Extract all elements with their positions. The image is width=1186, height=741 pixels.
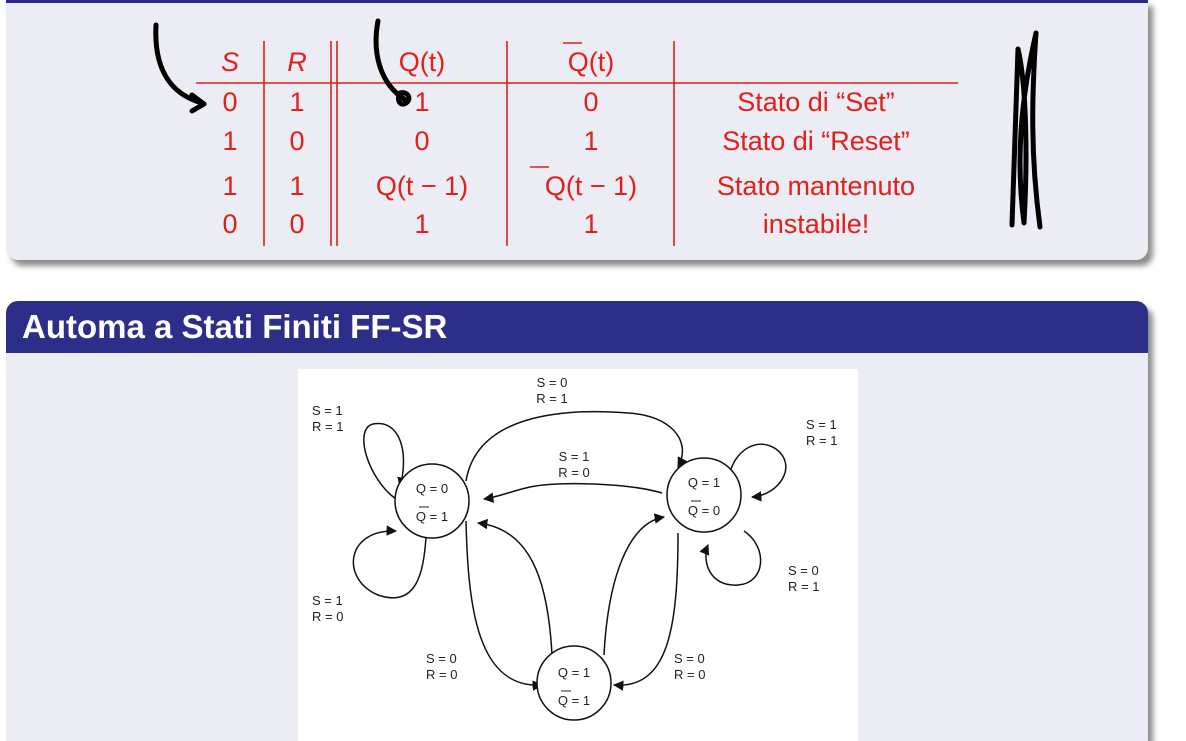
row1-r: 1 <box>289 87 304 117</box>
label-q0-self-bottom-r: R = 0 <box>312 609 343 624</box>
state-q11-line1: Q = 1 <box>558 665 590 680</box>
row4-s: 0 <box>222 209 237 239</box>
label-top-arc-r: R = 1 <box>536 391 567 406</box>
row4-r: 0 <box>289 209 304 239</box>
row3-s: 1 <box>222 171 237 201</box>
row4-q-bar: 1 <box>583 209 598 239</box>
state-q0-line1: Q = 0 <box>416 481 448 496</box>
header-q-bar: Q(t) <box>568 47 615 77</box>
state-q1-line2: Q = 0 <box>688 503 720 518</box>
label-q1-self-top-r: R = 1 <box>806 433 837 448</box>
label-q0-self-bottom-s: S = 1 <box>312 593 343 608</box>
label-q1-self-bottom-s: S = 0 <box>788 563 819 578</box>
edge-q11-to-q1 <box>603 513 666 656</box>
state-diagram: Q = 0 Q = 1 Q = 1 Q = 0 Q = 1 Q = 1 S = … <box>298 369 858 741</box>
label-q1-self-bottom-r: R = 1 <box>788 579 819 594</box>
automaton-block: Automa a Stati Finiti FF-SR Q = 0 Q = 1 … <box>6 301 1148 741</box>
header-s: S <box>221 47 239 77</box>
ink-arrow-s-column <box>153 22 207 114</box>
row3-r: 1 <box>289 171 304 201</box>
row2-r: 0 <box>289 126 304 156</box>
label-mid-arc-r: R = 0 <box>558 465 589 480</box>
state-q11-line2: Q = 1 <box>558 693 590 708</box>
label-left-bottom-s: S = 0 <box>426 651 457 666</box>
row1-s: 0 <box>222 87 237 117</box>
edge-q11-to-q0 <box>476 518 553 656</box>
edge-q0-to-q11 <box>465 520 544 691</box>
state-q0: Q = 0 Q = 1 <box>394 463 470 539</box>
header-r: R <box>287 47 307 77</box>
label-top-arc-s: S = 0 <box>537 375 568 390</box>
block-title: Automa a Stati Finiti FF-SR <box>6 301 1148 353</box>
row4-q: 1 <box>414 209 429 239</box>
state-q1: Q = 1 Q = 0 <box>666 457 742 533</box>
state-diagram-svg: Q = 0 Q = 1 Q = 1 Q = 0 Q = 1 Q = 1 S = … <box>312 375 837 721</box>
row1-state: Stato di “Set” <box>737 87 895 117</box>
state-q1-line1: Q = 1 <box>688 475 720 490</box>
row2-s: 1 <box>222 126 237 156</box>
row1-q: 1 <box>414 87 429 117</box>
label-mid-arc-s: S = 1 <box>559 449 590 464</box>
row2-q-bar: 1 <box>583 126 598 156</box>
edge-q1-self-bottom <box>699 530 762 586</box>
row3-q-bar: Q(t − 1) <box>545 171 637 201</box>
truth-table: S R Q(t) Q(t) 0 1 1 0 Stato di “Set” 1 0… <box>153 18 1043 246</box>
state-q0-line2: Q = 1 <box>416 509 448 524</box>
edge-q1-to-q0-mid <box>482 482 663 503</box>
row3-q: Q(t − 1) <box>376 171 468 201</box>
row3-state: Stato mantenuto <box>717 171 915 201</box>
ink-scribble-right <box>1009 30 1043 230</box>
truth-table-block: S R Q(t) Q(t) 0 1 1 0 Stato di “Set” 1 0… <box>6 0 1148 260</box>
edge-q0-self-bottom <box>352 525 427 599</box>
state-q11: Q = 1 Q = 1 <box>536 645 612 721</box>
row1-q-bar: 0 <box>583 87 598 117</box>
label-q0-self-top-s: S = 1 <box>312 403 343 418</box>
row2-state: Stato di “Reset” <box>722 126 910 156</box>
label-right-bottom-s: S = 0 <box>674 651 705 666</box>
label-q1-self-top-s: S = 1 <box>806 417 837 432</box>
header-q: Q(t) <box>399 47 446 77</box>
label-left-bottom-r: R = 0 <box>426 667 457 682</box>
label-q0-self-top-r: R = 1 <box>312 419 343 434</box>
row2-q: 0 <box>414 126 429 156</box>
row4-state: instabile! <box>763 209 870 239</box>
label-right-bottom-r: R = 0 <box>674 667 705 682</box>
